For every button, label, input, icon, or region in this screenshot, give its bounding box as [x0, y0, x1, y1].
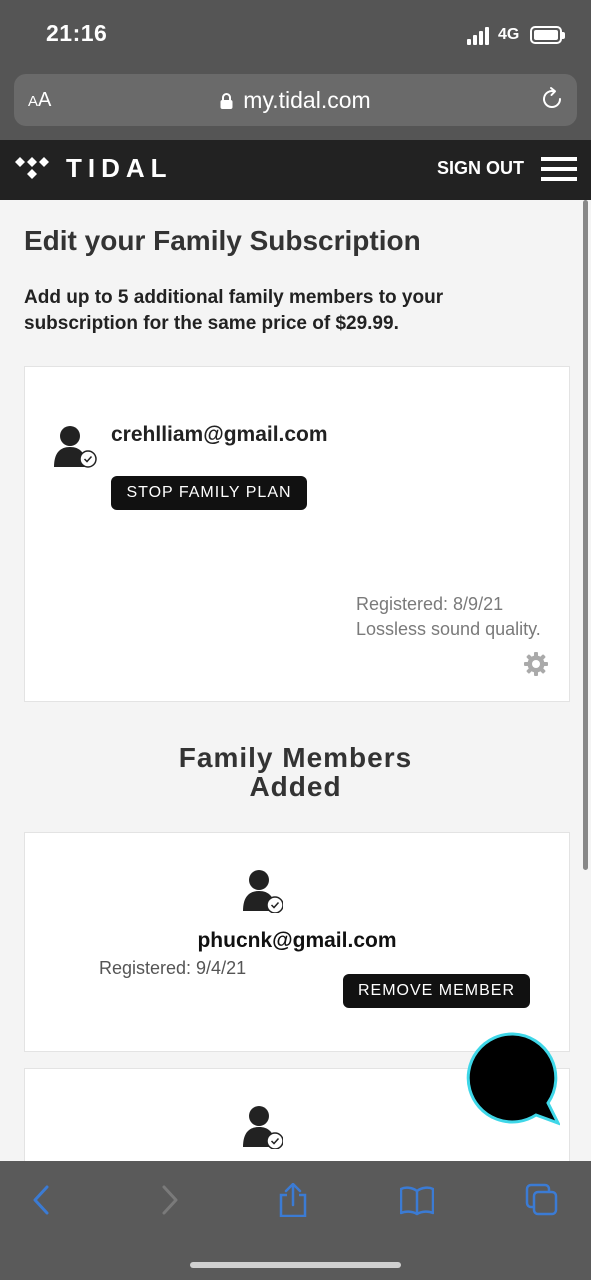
status-time: 21:16 [46, 20, 108, 46]
page-title: Edit your Family Subscription [24, 225, 421, 256]
hamburger-menu-icon[interactable] [541, 157, 577, 181]
home-indicator[interactable] [190, 1262, 401, 1268]
brand-name[interactable]: TIDAL [66, 153, 173, 184]
network-type: 4G [498, 26, 520, 43]
tabs-icon[interactable] [525, 1183, 559, 1217]
owner-sound-quality: Lossless sound quality. [356, 619, 541, 639]
url-text[interactable]: my.tidal.com [243, 87, 370, 113]
site-header: TIDAL SIGN OUT [0, 140, 591, 200]
user-avatar-icon [243, 1106, 283, 1149]
browser-address-area: AA my.tidal.com [0, 70, 591, 140]
user-avatar-icon [54, 426, 97, 468]
cellular-signal-icon [467, 27, 491, 45]
address-bar[interactable]: AA my.tidal.com [14, 74, 577, 126]
reload-icon[interactable] [539, 86, 565, 112]
remove-member-button[interactable]: REMOVE MEMBER [343, 974, 530, 1008]
owner-registered-date: Registered: 8/9/21 [356, 594, 504, 614]
stop-family-plan-button[interactable]: STOP FAMILY PLAN [111, 476, 307, 510]
share-icon[interactable] [276, 1183, 310, 1217]
family-members-heading: Family Members Added [178, 742, 413, 802]
battery-icon [530, 26, 565, 44]
chat-bubble-icon[interactable] [466, 1031, 560, 1127]
status-bar: 21:16 4G [0, 0, 591, 70]
gear-icon[interactable] [523, 651, 549, 677]
lock-icon [220, 93, 233, 109]
user-avatar-icon [243, 870, 283, 913]
member-card: phucnk@gmail.com Registered: 9/4/21 REMO… [24, 832, 570, 1052]
intro-text: Add up to 5 additional family members to… [24, 287, 444, 334]
page-content: Edit your Family Subscription Add up to … [0, 200, 591, 1161]
bookmarks-icon[interactable] [400, 1183, 434, 1217]
owner-card: crehlliam@gmail.com STOP FAMILY PLAN Reg… [24, 366, 570, 702]
member-email: phucnk@gmail.com [197, 929, 397, 952]
owner-registration-info: Registered: 8/9/21 Lossless sound qualit… [356, 592, 541, 642]
forward-icon[interactable] [152, 1183, 186, 1217]
member-registered-date: Registered: 9/4/21 [99, 958, 247, 978]
back-icon[interactable] [25, 1183, 59, 1217]
sign-out-link[interactable]: SIGN OUT [437, 158, 524, 179]
tidal-logo-icon[interactable] [14, 156, 50, 182]
owner-email: crehlliam@gmail.com [111, 423, 328, 446]
